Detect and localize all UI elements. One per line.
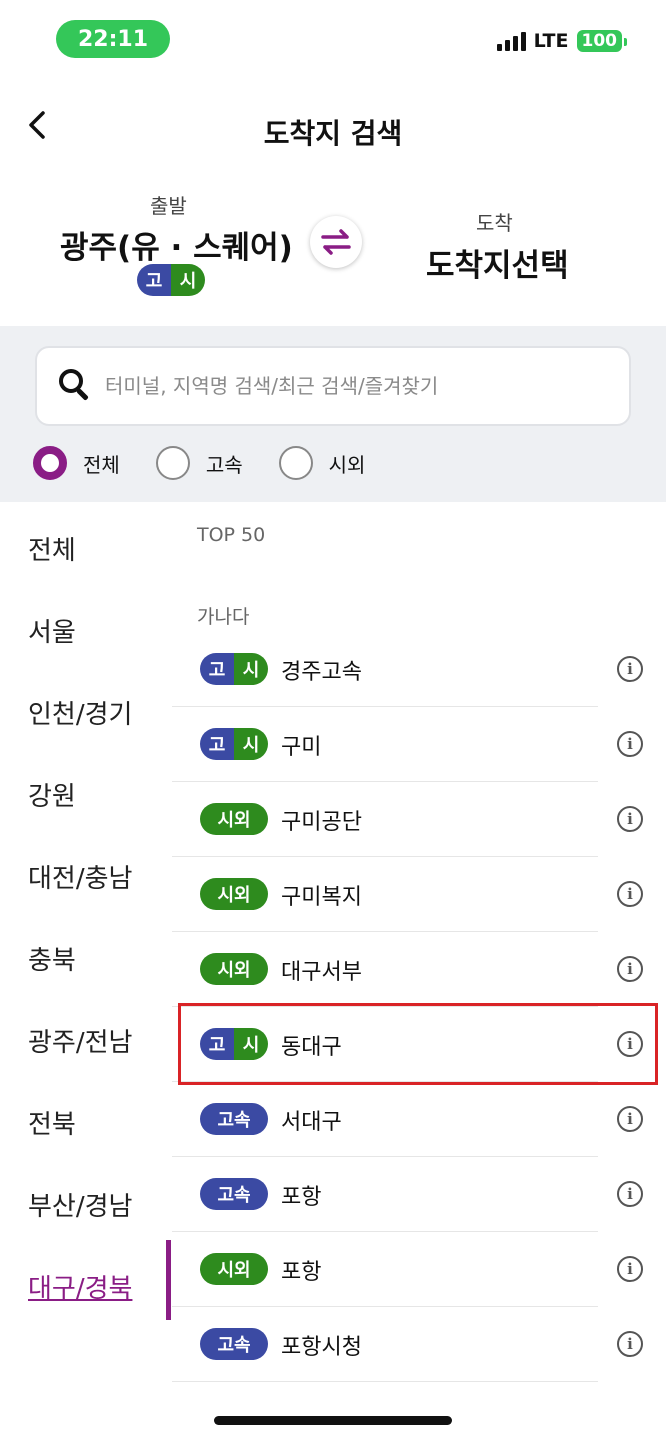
arrival-name[interactable]: 도착지선택 (426, 240, 569, 285)
signal-icon (496, 31, 526, 51)
terminal-row[interactable]: 시외 구미복지 (172, 857, 598, 932)
terminal-type-badge: 고속 (200, 1328, 268, 1360)
terminal-type-badge: 시외 (200, 1253, 268, 1285)
terminal-type-badge: 시외 (200, 953, 268, 985)
terminal-row[interactable]: 시외 포항 (172, 1232, 598, 1307)
info-icon[interactable]: i (617, 1181, 643, 1207)
terminal-row[interactable]: 시외 대구서부 (172, 932, 598, 1007)
type-filter: 전체 고속 시외 (33, 446, 401, 480)
search-panel: 전체 고속 시외 (0, 326, 666, 502)
radio-icon (155, 446, 190, 480)
departure-type-badge: 고 시 (137, 264, 205, 296)
battery-icon: 100 (576, 30, 627, 52)
info-icon[interactable]: i (617, 731, 643, 757)
terminal-type-badge: 시외 (200, 803, 268, 835)
terminal-name: 구미복지 (281, 885, 362, 910)
region-item-daejeon-chungnam[interactable]: 대전/충남 (28, 858, 132, 895)
info-icon[interactable]: i (617, 806, 643, 832)
section-top50[interactable]: TOP 50 (197, 524, 265, 546)
info-icon[interactable]: i (617, 1256, 643, 1282)
terminal-type-badge: 고속 (200, 1178, 268, 1210)
section-alpha: 가나다 (197, 606, 250, 628)
terminal-type-badge: 시외 (200, 878, 268, 910)
badge-express: 고 (137, 264, 171, 296)
arrival-label: 도착 (476, 211, 513, 235)
swap-icon (321, 229, 351, 255)
terminal-name: 포항시청 (281, 1335, 362, 1360)
terminal-list: TOP 50 가나다 고시 경주고속 고시 구미 시외 구미공단 시외 구미복지… (172, 502, 666, 1440)
departure-name[interactable]: 광주(유 · 스퀘어) (60, 222, 293, 267)
status-indicators: LTE 100 (496, 30, 627, 52)
filter-express[interactable]: 고속 (155, 446, 243, 480)
region-selected-indicator (166, 1240, 171, 1320)
filter-label: 전체 (83, 452, 120, 477)
info-icon[interactable]: i (617, 1331, 643, 1357)
terminal-row[interactable]: 고시 경주고속 (172, 632, 598, 707)
info-icon[interactable]: i (617, 1106, 643, 1132)
network-label: LTE (533, 30, 569, 52)
status-time: 22:11 (56, 20, 170, 58)
info-icon[interactable]: i (617, 656, 643, 682)
terminal-type-badge: 고속 (200, 1103, 268, 1135)
filter-all[interactable]: 전체 (33, 446, 120, 480)
terminal-name: 포항 (281, 1185, 322, 1210)
info-icon[interactable]: i (617, 881, 643, 907)
radio-icon (33, 446, 67, 480)
terminal-row[interactable]: 고시 구미 (172, 707, 598, 782)
terminal-type-badge: 고시 (200, 728, 268, 760)
search-input[interactable] (105, 374, 625, 398)
info-icon[interactable]: i (617, 956, 643, 982)
badge-intercity: 시 (171, 264, 205, 296)
radio-icon (278, 446, 313, 480)
region-item-daegu-gyeongbuk[interactable]: 대구/경북 (28, 1268, 132, 1305)
swap-button[interactable] (310, 216, 362, 268)
region-item-incheon-gyeonggi[interactable]: 인천/경기 (28, 694, 132, 731)
terminal-name: 포항 (281, 1260, 322, 1285)
terminal-name: 구미 (281, 735, 322, 760)
terminal-row[interactable]: 고속 서대구 (172, 1082, 598, 1157)
highlight-box (178, 1003, 658, 1085)
filter-label: 고속 (205, 452, 243, 477)
region-item-chungbuk[interactable]: 충북 (28, 940, 76, 977)
region-item-jeonbuk[interactable]: 전북 (28, 1104, 76, 1141)
terminal-row[interactable]: 시외 구미공단 (172, 782, 598, 857)
terminal-row[interactable]: 고속 포항 (172, 1157, 598, 1232)
departure-label: 출발 (150, 194, 187, 218)
terminal-name: 대구서부 (281, 960, 362, 985)
region-item-busan-gyeongnam[interactable]: 부산/경남 (28, 1186, 132, 1223)
region-item-gwangju-jeonnam[interactable]: 광주/전남 (28, 1022, 132, 1059)
search-box[interactable] (35, 346, 631, 426)
terminal-name: 경주고속 (281, 660, 362, 685)
region-item-seoul[interactable]: 서울 (28, 612, 76, 649)
page-title: 도착지 검색 (263, 117, 403, 150)
region-item-gangwon[interactable]: 강원 (28, 776, 76, 813)
terminal-name: 서대구 (281, 1110, 342, 1135)
filter-intercity[interactable]: 시외 (278, 446, 366, 480)
terminal-row[interactable]: 고속 포항시청 (172, 1307, 598, 1382)
home-indicator (214, 1416, 452, 1425)
region-list: 전체 서울 인천/경기 강원 대전/충남 충북 광주/전남 전북 부산/경남 대… (0, 502, 172, 1440)
search-icon (59, 369, 93, 403)
region-item-all[interactable]: 전체 (28, 530, 76, 567)
terminal-name: 구미공단 (281, 810, 362, 835)
terminal-type-badge: 고시 (200, 653, 268, 685)
filter-label: 시외 (328, 452, 366, 477)
